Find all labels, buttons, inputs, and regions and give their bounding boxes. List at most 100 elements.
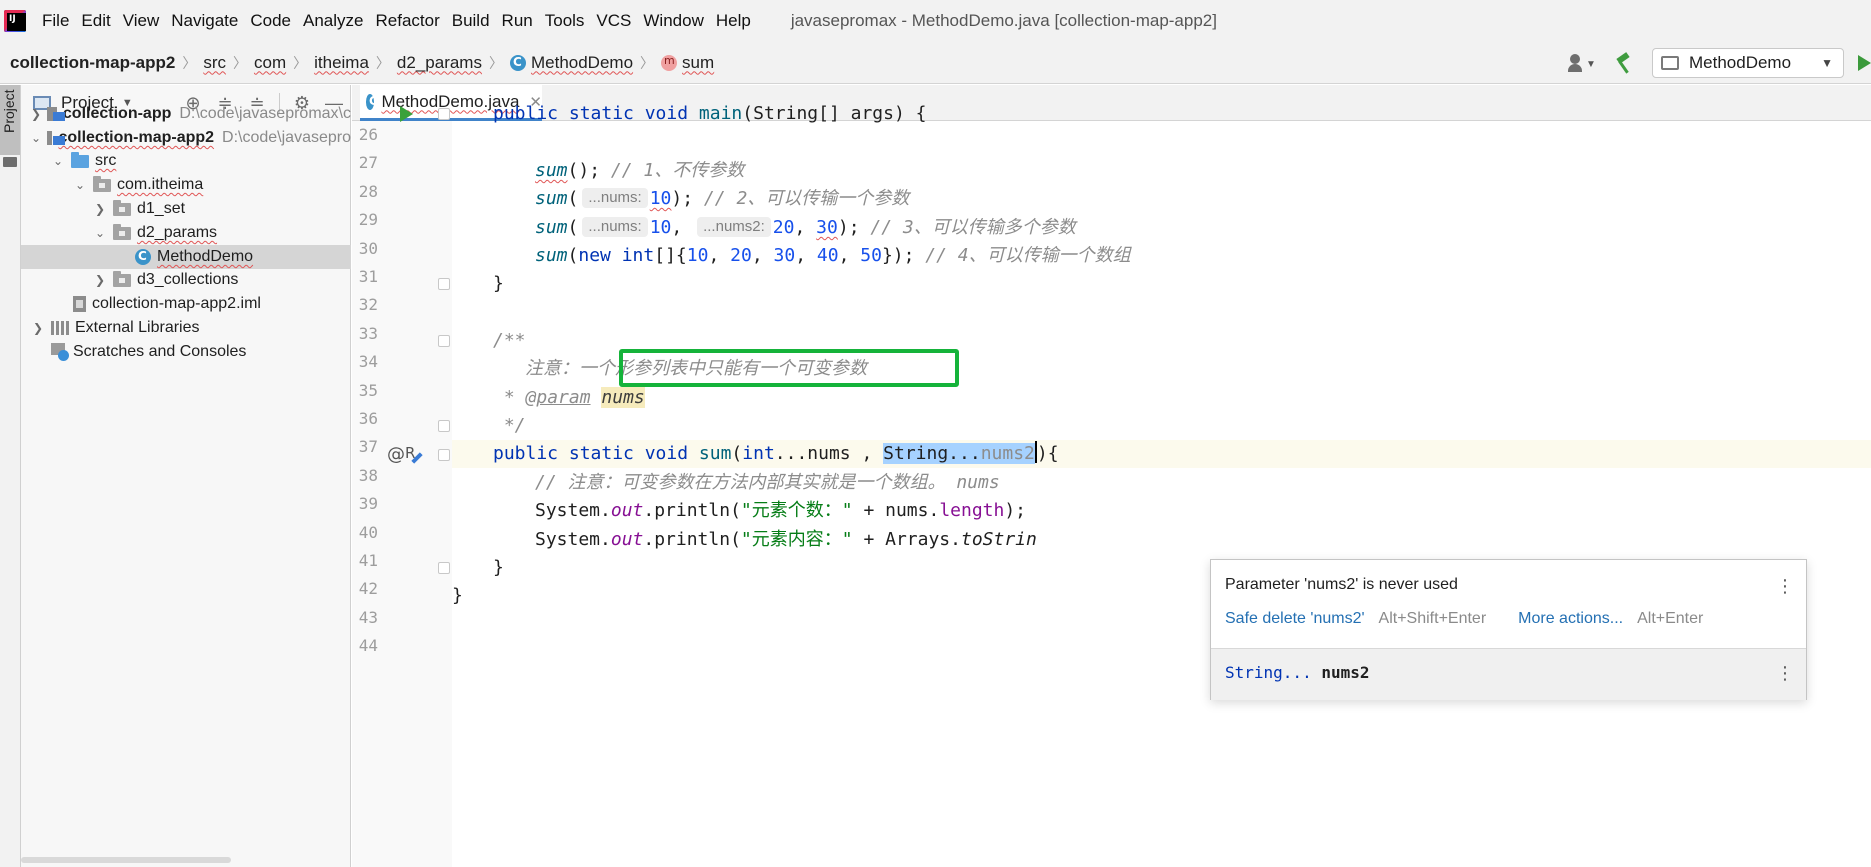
tree-node-collection-map-app2[interactable]: ⌄ collection-map-app2 D:\code\javasepro [21,126,351,150]
code-line-34: /** [493,330,526,351]
breadcrumb-src[interactable]: src [203,53,226,73]
line-number: 36 [358,409,378,428]
line-number: 37 [358,437,378,456]
breadcrumb-sum[interactable]: sum [682,53,714,73]
code-token: }); [881,245,915,266]
run-configuration-select[interactable]: MethodDemo ▼ [1652,48,1844,78]
menu-vcs[interactable]: VCS [596,11,631,31]
code-token: , [795,245,817,266]
menu-refactor[interactable]: Refactor [375,11,439,31]
package-icon [113,223,131,240]
code-comment: * [493,387,526,408]
line-number: 30 [358,239,378,258]
code-token: public static void [493,443,699,464]
chevron-down-icon[interactable]: ⌄ [51,154,65,168]
tree-node-src[interactable]: ⌄ src [21,149,351,173]
code-token: ...nums , [774,443,884,464]
code-number: 20 [772,217,795,238]
line-number: 29 [358,210,378,229]
code-string: "元素内容：" [740,529,853,550]
line-number: 28 [358,182,378,201]
annotation-at-icon[interactable]: @ [387,444,405,465]
breadcrumb-methoddemo[interactable]: MethodDemo [531,53,633,73]
left-tool-strip: Project [0,85,21,867]
run-main-icon[interactable] [400,106,413,122]
menu-tools[interactable]: Tools [545,11,585,31]
line-number: 33 [358,324,378,343]
parameter-hint: ...nums2: [697,217,771,237]
menu-help[interactable]: Help [716,11,751,31]
menu-code[interactable]: Code [250,11,291,31]
more-options-icon[interactable]: ⋮ [1776,663,1794,684]
tree-node-com-itheima[interactable]: ⌄ com.itheima [21,173,351,197]
menu-view[interactable]: View [123,11,160,31]
chevron-down-icon[interactable]: ⌄ [31,131,41,145]
fold-marker-icon[interactable] [438,278,450,290]
line-number: 35 [358,381,378,400]
code-token: new [578,245,622,266]
code-area[interactable]: public static void main(String[] args) {… [452,85,1871,831]
chevron-down-icon: ▼ [1821,56,1833,70]
annotation-highlight-box [619,349,959,387]
menu-build[interactable]: Build [452,11,490,31]
more-actions-link[interactable]: More actions... [1518,610,1623,627]
chevron-right-icon[interactable]: ❯ [31,107,41,121]
fold-marker-icon[interactable] [438,108,450,120]
selected-text: String...nums2 [883,443,1035,464]
menu-navigate[interactable]: Navigate [171,11,238,31]
tree-node-collection-app[interactable]: ❯ collection-app D:\code\javasepromax\c [21,102,351,126]
menu-window[interactable]: Window [643,11,703,31]
tree-node-label: collection-map-app2.iml [92,295,261,312]
tree-node-d1-set[interactable]: ❯ d1_set [21,197,351,221]
fold-marker-icon[interactable] [438,335,450,347]
tree-node-external-libraries[interactable]: ❯ External Libraries [21,316,351,340]
chevron-down-icon[interactable]: ⌄ [93,226,107,240]
intellij-logo-icon [4,10,26,32]
signature-text: String... nums2 [1225,663,1370,682]
run-icon[interactable] [1858,55,1871,71]
project-tool-tab[interactable]: Project [0,85,20,155]
window-title: javasepromax - MethodDemo.java [collecti… [790,11,1217,30]
tree-node-scratches[interactable]: Scratches and Consoles [21,340,351,364]
signature-name: nums2 [1311,663,1370,682]
tree-node-iml[interactable]: collection-map-app2.iml [21,292,351,316]
chevron-right-icon[interactable]: ❯ [93,273,107,287]
fold-marker-icon[interactable] [438,562,450,574]
code-line-39: // 注意：可变参数在方法内部其实就是一个数组。 nums [535,472,1000,493]
code-token: toStrin [960,529,1037,550]
menu-analyze[interactable]: Analyze [303,11,363,31]
library-icon [51,321,69,335]
tree-node-path: D:\code\javasepro [222,129,351,146]
horizontal-scrollbar[interactable] [21,857,231,863]
breadcrumb-d2-params[interactable]: d2_params [397,53,482,73]
code-number: 40 [816,245,839,266]
tree-node-d2-params[interactable]: ⌄ d2_params [21,221,351,245]
chevron-down-icon[interactable]: ⌄ [73,178,87,192]
menu-edit[interactable]: Edit [81,11,110,31]
more-actions-shortcut: Alt+Enter [1637,610,1704,627]
breadcrumb-project[interactable]: collection-map-app2 [10,53,175,73]
line-number: 27 [358,153,378,172]
menu-file[interactable]: File [42,11,69,31]
popup-actions: Safe delete 'nums2' Alt+Shift+Enter More a… [1225,610,1703,628]
more-options-icon[interactable]: ⋮ [1776,576,1794,597]
tree-node-d3-collections[interactable]: ❯ d3_collections [21,268,351,292]
safe-delete-link[interactable]: Safe delete 'nums2' [1225,610,1365,627]
fold-marker-icon[interactable] [438,420,450,432]
breadcrumb-com[interactable]: com [254,53,286,73]
chevron-right-icon[interactable]: ❯ [31,321,45,335]
build-hammer-icon[interactable] [1614,52,1636,74]
code-token: ); [1004,500,1027,521]
breadcrumb-itheima[interactable]: itheima [314,53,369,73]
chevron-right-icon[interactable]: ❯ [93,202,107,216]
breadcrumb-separator-icon: 〉 [640,54,655,71]
code-line-28: sum(); // 1、不传参数 [535,157,744,185]
user-account-icon[interactable]: ▼ [1568,52,1598,74]
code-token: sum [535,245,568,266]
inspection-message: Parameter 'nums2' is never used [1225,576,1458,593]
tree-node-methoddemo[interactable]: MethodDemo [21,245,351,269]
menu-run[interactable]: Run [502,11,533,31]
code-token: sum [535,160,568,181]
fold-marker-icon[interactable] [438,449,450,461]
tree-node-label: MethodDemo [157,248,254,265]
